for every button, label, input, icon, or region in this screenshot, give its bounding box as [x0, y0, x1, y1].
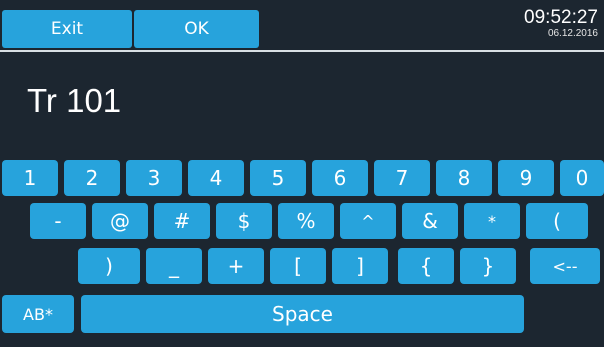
- key-8[interactable]: 8: [436, 160, 492, 196]
- clock: 09:52:27 06.12.2016: [524, 8, 598, 40]
- clock-time: 09:52:27: [524, 7, 598, 28]
- key-9[interactable]: 9: [498, 160, 554, 196]
- key-7[interactable]: 7: [374, 160, 430, 196]
- key-underscore[interactable]: _: [146, 248, 202, 284]
- key-open-brace[interactable]: {: [398, 248, 454, 284]
- key-close-bracket[interactable]: ]: [332, 248, 388, 284]
- space-key[interactable]: Space: [81, 295, 524, 333]
- key-caret[interactable]: ^: [340, 203, 396, 239]
- text-entry-display[interactable]: Tr 101: [27, 82, 121, 120]
- key-close-brace[interactable]: }: [460, 248, 516, 284]
- key-percent[interactable]: %: [278, 203, 334, 239]
- key-3[interactable]: 3: [126, 160, 182, 196]
- key-open-paren[interactable]: (: [526, 203, 588, 239]
- key-ampersand[interactable]: &: [402, 203, 458, 239]
- key-at[interactable]: @: [92, 203, 148, 239]
- exit-button[interactable]: Exit: [2, 10, 132, 48]
- key-dollar[interactable]: $: [216, 203, 272, 239]
- key-plus[interactable]: +: [208, 248, 264, 284]
- clock-date: 06.12.2016: [547, 28, 598, 39]
- key-1[interactable]: 1: [2, 160, 58, 196]
- key-6[interactable]: 6: [312, 160, 368, 196]
- backspace-key[interactable]: <--: [530, 248, 600, 284]
- key-minus[interactable]: -: [30, 203, 86, 239]
- header-divider: [0, 50, 604, 52]
- key-2[interactable]: 2: [64, 160, 120, 196]
- key-4[interactable]: 4: [188, 160, 244, 196]
- key-open-bracket[interactable]: [: [270, 248, 326, 284]
- key-hash[interactable]: #: [154, 203, 210, 239]
- mode-toggle-key[interactable]: AB*: [2, 295, 74, 333]
- key-5[interactable]: 5: [250, 160, 306, 196]
- key-asterisk[interactable]: *: [464, 203, 520, 239]
- key-close-paren[interactable]: ): [78, 248, 140, 284]
- ok-button[interactable]: OK: [134, 10, 259, 48]
- key-0[interactable]: 0: [560, 160, 604, 196]
